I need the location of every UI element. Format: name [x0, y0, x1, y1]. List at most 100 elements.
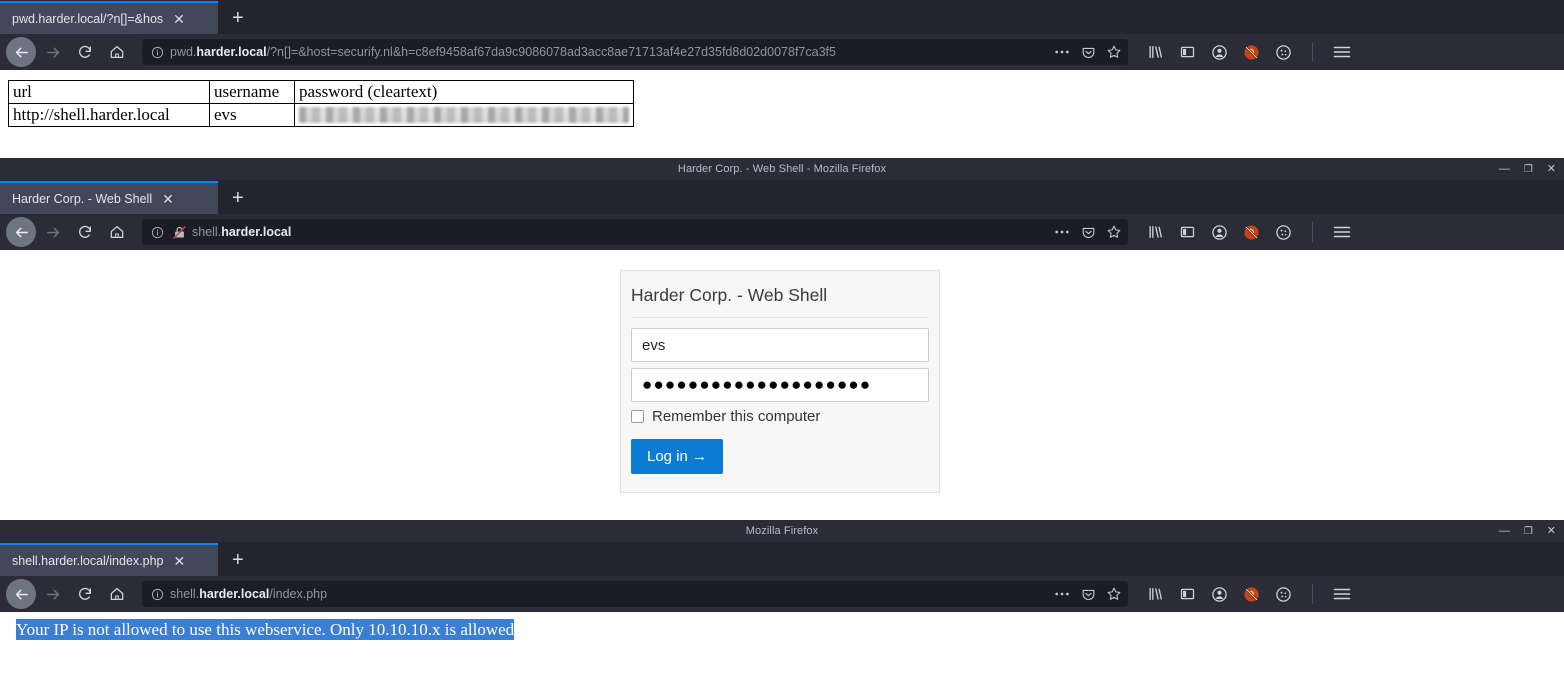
pocket-icon[interactable] [1080, 586, 1096, 602]
url-bar[interactable]: shell.harder.local [142, 219, 1128, 245]
minimize-button[interactable]: — [1499, 525, 1510, 537]
cell-username: evs [209, 103, 295, 127]
tab-label: Harder Corp. - Web Shell [12, 191, 153, 206]
pocket-icon[interactable] [1080, 224, 1096, 240]
tab-pwd[interactable]: pwd.harder.local/?n[]=&hos ✕ [0, 1, 218, 34]
account-icon[interactable] [1210, 43, 1228, 61]
login-panel: Harder Corp. - Web Shell evs ●●●●●●●●●●●… [620, 270, 940, 493]
header-password: password (cleartext) [294, 80, 634, 104]
bookmark-star-icon[interactable] [1106, 224, 1122, 240]
blocked-icon[interactable] [1242, 223, 1260, 241]
toolbar-icons [1136, 584, 1359, 604]
url-bar[interactable]: shell.harder.local/index.php [142, 581, 1128, 607]
close-window-button[interactable]: ✕ [1547, 163, 1556, 175]
toolbar-icons [1136, 42, 1359, 62]
window-title: Harder Corp. - Web Shell - Mozilla Firef… [677, 163, 887, 175]
password-input[interactable]: ●●●●●●●●●●●●●●●●●●●● [631, 368, 929, 402]
menu-icon[interactable] [1333, 43, 1351, 61]
page-content-webshell: Harder Corp. - Web Shell evs ●●●●●●●●●●●… [0, 250, 1564, 520]
bookmark-star-icon[interactable] [1106, 44, 1122, 60]
forward-button[interactable] [38, 217, 68, 247]
info-icon[interactable] [148, 43, 166, 61]
url-bar[interactable]: pwd.harder.local/?n[]=&host=securify.nl&… [142, 39, 1128, 65]
remember-row[interactable]: Remember this computer [631, 408, 929, 425]
toolbar-divider [1312, 222, 1313, 242]
back-button[interactable] [6, 217, 36, 247]
page-actions-icon[interactable] [1054, 224, 1070, 240]
forward-button[interactable] [38, 37, 68, 67]
tab-label: pwd.harder.local/?n[]=&hos [12, 11, 164, 26]
cookie-icon[interactable] [1274, 585, 1292, 603]
url-actions [1046, 224, 1122, 240]
browser-window-webshell: Harder Corp. - Web Shell - Mozilla Firef… [0, 158, 1564, 520]
reload-button[interactable] [70, 579, 100, 609]
library-icon[interactable] [1146, 223, 1164, 241]
remember-checkbox[interactable] [631, 410, 644, 423]
back-button[interactable] [6, 37, 36, 67]
home-button[interactable] [102, 37, 132, 67]
tab-webshell[interactable]: Harder Corp. - Web Shell ✕ [0, 181, 218, 214]
library-icon[interactable] [1146, 585, 1164, 603]
info-icon[interactable] [148, 223, 166, 241]
cell-password-redacted [294, 103, 634, 127]
cookie-icon[interactable] [1274, 223, 1292, 241]
new-tab-button[interactable]: + [218, 181, 258, 214]
redacted-password [299, 107, 629, 123]
toolbar-divider [1312, 584, 1313, 604]
username-input[interactable]: evs [631, 328, 929, 362]
menu-icon[interactable] [1333, 223, 1351, 241]
url-actions [1046, 44, 1122, 60]
maximize-button[interactable]: ❐ [1524, 164, 1533, 175]
bookmark-star-icon[interactable] [1106, 586, 1122, 602]
reload-button[interactable] [70, 217, 100, 247]
navigation-toolbar: shell.harder.local [0, 214, 1564, 250]
header-username: username [209, 80, 295, 104]
page-actions-icon[interactable] [1054, 586, 1070, 602]
sidebar-icon[interactable] [1178, 43, 1196, 61]
sidebar-icon[interactable] [1178, 585, 1196, 603]
header-url: url [8, 80, 210, 104]
forward-button[interactable] [38, 579, 68, 609]
reload-button[interactable] [70, 37, 100, 67]
new-tab-button[interactable]: + [218, 1, 258, 34]
login-button[interactable]: Log in → [631, 439, 724, 474]
close-tab-icon[interactable]: ✕ [173, 12, 185, 26]
toolbar-divider [1312, 42, 1313, 62]
account-icon[interactable] [1210, 585, 1228, 603]
blocked-icon[interactable] [1242, 585, 1260, 603]
tab-index[interactable]: shell.harder.local/index.php ✕ [0, 543, 218, 576]
blocked-icon[interactable] [1242, 43, 1260, 61]
error-message-line: Your IP is not allowed to use this webse… [0, 612, 1564, 640]
sidebar-icon[interactable] [1178, 223, 1196, 241]
insecure-login-icon[interactable] [170, 223, 188, 241]
login-heading: Harder Corp. - Web Shell [631, 285, 929, 318]
page-actions-icon[interactable] [1054, 44, 1070, 60]
window-controls: — ❐ ✕ [1499, 520, 1556, 542]
library-icon[interactable] [1146, 43, 1164, 61]
table-header-row: url username password (cleartext) [8, 80, 634, 104]
url-actions [1046, 586, 1122, 602]
navigation-toolbar: shell.harder.local/index.php [0, 576, 1564, 612]
cookie-icon[interactable] [1274, 43, 1292, 61]
close-tab-icon[interactable]: ✕ [162, 192, 174, 206]
menu-icon[interactable] [1333, 585, 1351, 603]
close-tab-icon[interactable]: ✕ [174, 554, 186, 568]
desktop: pwd.harder.local/?n[]=&hos ✕ + pwd.harde… [0, 0, 1564, 686]
password-table: url username password (cleartext) http:/… [8, 80, 634, 127]
minimize-button[interactable]: — [1499, 163, 1510, 175]
back-button[interactable] [6, 579, 36, 609]
new-tab-button[interactable]: + [218, 543, 258, 576]
page-content-pwd: url username password (cleartext) http:/… [0, 80, 1564, 158]
browser-window-index: Mozilla Firefox — ❐ ✕ shell.harder.local… [0, 520, 1564, 686]
home-button[interactable] [102, 579, 132, 609]
info-icon[interactable] [148, 585, 166, 603]
url-text: shell.harder.local/index.php [170, 587, 328, 601]
pocket-icon[interactable] [1080, 44, 1096, 60]
home-button[interactable] [102, 217, 132, 247]
tab-strip: Harder Corp. - Web Shell ✕ + [0, 180, 1564, 214]
window-controls: — ❐ ✕ [1499, 158, 1556, 180]
close-window-button[interactable]: ✕ [1547, 525, 1556, 537]
maximize-button[interactable]: ❐ [1524, 526, 1533, 537]
window-titlebar-index: Mozilla Firefox — ❐ ✕ [0, 520, 1564, 542]
account-icon[interactable] [1210, 223, 1228, 241]
